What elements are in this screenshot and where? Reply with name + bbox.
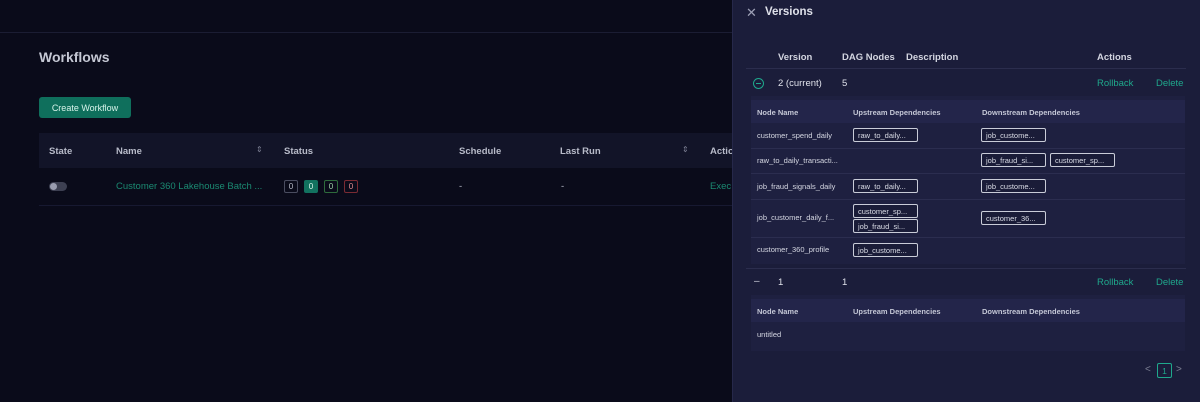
page-title: Workflows	[39, 49, 110, 65]
version-label: 1	[778, 277, 784, 288]
dag-nodes-count: 5	[842, 78, 848, 89]
column-downstream: Downstream Dependencies	[982, 307, 1080, 316]
column-schedule: Schedule	[459, 146, 502, 157]
status-count-badge: 0	[344, 180, 358, 193]
create-workflow-button[interactable]: Create Workflow	[39, 97, 131, 118]
column-actions: Actions	[1097, 52, 1132, 63]
upstream-chip: job_custome...	[853, 243, 918, 257]
column-node-name: Node Name	[757, 307, 799, 316]
column-actions: Actio	[710, 146, 734, 157]
sort-icon[interactable]: ⇕	[256, 145, 263, 154]
downstream-chip: job_custome...	[981, 128, 1046, 142]
drawer-title: Versions	[765, 6, 813, 18]
node-name: customer_360_profile	[757, 245, 830, 254]
dag-nodes-count: 1	[842, 277, 848, 288]
node-table-header	[751, 100, 1185, 123]
upstream-chip: customer_sp...	[853, 204, 918, 218]
node-name: raw_to_daily_transacti...	[757, 156, 838, 165]
column-downstream: Downstream Dependencies	[982, 108, 1080, 117]
column-last-run[interactable]: Last Run	[560, 146, 601, 157]
delete-button[interactable]: Delete	[1156, 78, 1183, 89]
node-name: job_fraud_signals_daily	[757, 182, 836, 191]
sort-icon[interactable]: ⇕	[682, 145, 689, 154]
upstream-chip: raw_to_daily...	[853, 179, 918, 193]
divider	[751, 173, 1185, 174]
close-icon[interactable]: ✕	[746, 5, 757, 21]
column-upstream: Upstream Dependencies	[853, 108, 941, 117]
upstream-chip: raw_to_daily...	[853, 128, 918, 142]
divider	[751, 199, 1185, 200]
status-count-badge: 0	[284, 180, 298, 193]
column-dag-nodes: DAG Nodes	[842, 52, 895, 63]
last-run-value: -	[561, 181, 565, 192]
node-name: untitled	[757, 330, 782, 339]
status-count-badge: 0	[324, 180, 338, 193]
status-count-badge: 0	[304, 180, 318, 193]
pagination-page[interactable]: 1	[1157, 363, 1172, 378]
column-status: Status	[284, 146, 314, 157]
column-description: Description	[906, 52, 959, 63]
node-table-header	[751, 299, 1185, 322]
rollback-button[interactable]: Rollback	[1097, 277, 1133, 288]
schedule-value: -	[459, 181, 463, 192]
pagination-prev-icon[interactable]: <	[1145, 364, 1151, 375]
column-upstream: Upstream Dependencies	[853, 307, 941, 316]
version-label: 2 (current)	[778, 78, 822, 89]
delete-button[interactable]: Delete	[1156, 277, 1183, 288]
state-toggle[interactable]	[49, 182, 67, 191]
downstream-chip: customer_36...	[981, 211, 1046, 225]
node-name: job_customer_daily_f...	[757, 213, 835, 222]
pagination-next-icon[interactable]: >	[1176, 364, 1182, 375]
divider	[751, 237, 1185, 238]
downstream-chip: job_fraud_si...	[981, 153, 1046, 167]
expand-row-icon[interactable]: –	[754, 276, 760, 287]
column-state: State	[49, 146, 73, 157]
rollback-button[interactable]: Rollback	[1097, 78, 1133, 89]
workflow-name-link[interactable]: Customer 360 Lakehouse Batch ...	[116, 181, 262, 192]
downstream-chip: job_custome...	[981, 179, 1046, 193]
node-name: customer_spend_daily	[757, 131, 833, 140]
upstream-chip: job_fraud_si...	[853, 219, 918, 233]
downstream-chip: customer_sp...	[1050, 153, 1115, 167]
divider	[746, 268, 1186, 269]
column-name[interactable]: Name	[116, 146, 142, 157]
column-version: Version	[778, 52, 813, 63]
execute-link[interactable]: Exec	[710, 181, 731, 192]
divider	[751, 148, 1185, 149]
divider	[39, 205, 839, 206]
collapse-row-icon[interactable]	[753, 78, 764, 89]
column-node-name: Node Name	[757, 108, 799, 117]
divider	[746, 68, 1186, 69]
